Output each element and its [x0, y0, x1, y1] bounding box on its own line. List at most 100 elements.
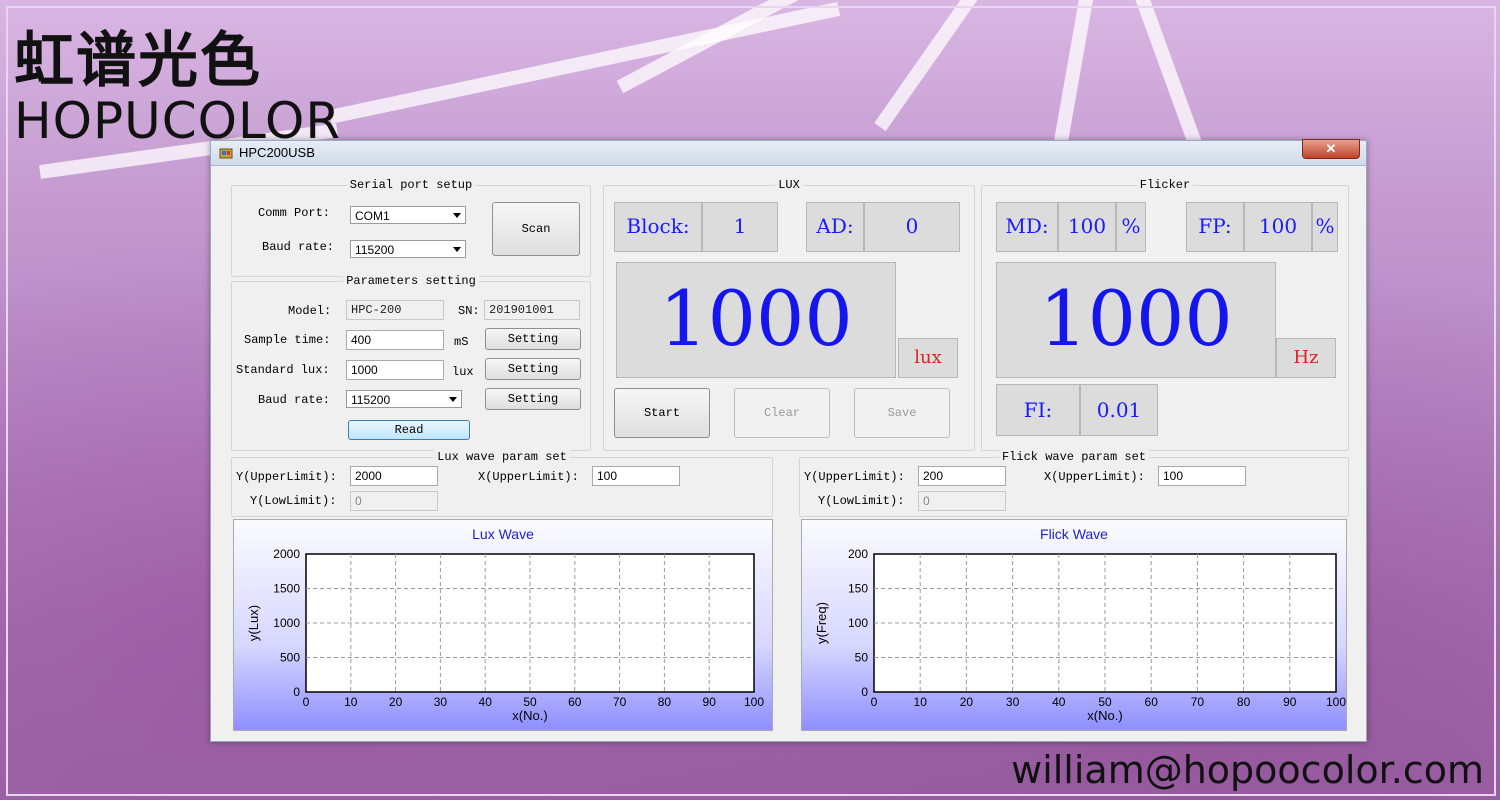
- flick-y-upper-input[interactable]: 200: [918, 466, 1006, 486]
- comm-port-label: Comm Port:: [258, 206, 331, 220]
- flicker-title: Flicker: [1136, 178, 1194, 192]
- flick-x-upper-input[interactable]: 100: [1158, 466, 1246, 486]
- x-tick-label: 0: [871, 695, 878, 709]
- window-content: Serial port setup Comm Port: COM1 Baud r…: [215, 169, 1362, 737]
- block-value: 1: [702, 202, 778, 252]
- sample-time-unit: mS: [454, 335, 469, 349]
- brand-logo-chinese: 虹谱光色: [14, 26, 262, 96]
- ad-label: AD:: [806, 202, 864, 252]
- sample-time-setting-button[interactable]: Setting: [485, 328, 581, 350]
- y-tick-label: 0: [293, 685, 300, 699]
- lux-wave-param-title: Lux wave param set: [434, 450, 570, 464]
- y-tick-label: 1500: [273, 582, 300, 596]
- standard-lux-setting-button[interactable]: Setting: [485, 358, 581, 380]
- window-title: HPC200USB: [239, 145, 315, 160]
- lux-y-upper-input[interactable]: 2000: [350, 466, 438, 486]
- x-tick-label: 40: [479, 695, 493, 709]
- baud-rate-select[interactable]: 115200: [350, 240, 466, 258]
- y-axis-label: y(Lux): [246, 605, 261, 641]
- flick-wave-plot: 0 10 20 30 40 50 60 70 80 90 100 0 50 100 150 200 x(No.)…: [814, 547, 1346, 723]
- lux-y-low-input[interactable]: 0: [350, 491, 438, 511]
- title-bar: HPC200USB ✕: [211, 139, 1366, 166]
- x-tick-label: 50: [523, 695, 537, 709]
- x-tick-label: 70: [1191, 695, 1205, 709]
- x-tick-label: 70: [613, 695, 627, 709]
- lux-reading: 1000: [616, 262, 896, 378]
- y-tick-label: 500: [280, 651, 300, 665]
- flick-y-low-input[interactable]: 0: [918, 491, 1006, 511]
- flicker-unit: Hz: [1276, 338, 1336, 378]
- parameters-group: Parameters setting Model: HPC-200 SN: 20…: [231, 274, 591, 451]
- comm-port-value: COM1: [355, 209, 390, 223]
- sn-label: SN:: [458, 304, 480, 318]
- y-tick-label: 2000: [273, 547, 300, 561]
- md-value: 100: [1058, 202, 1116, 252]
- lux-x-upper-input[interactable]: 100: [592, 466, 680, 486]
- x-tick-label: 80: [1237, 695, 1251, 709]
- lux-wave-plot: 0 10 20 30 40 50 60 70 80 90 1000500100015002000x(…: [246, 547, 764, 723]
- x-tick-label: 100: [1326, 695, 1346, 709]
- sample-time-label: Sample time:: [244, 333, 331, 347]
- flick-y-low-label: Y(LowLimit):: [818, 494, 905, 508]
- x-tick-label: 0: [303, 695, 310, 709]
- y-tick-label: 150: [848, 582, 868, 596]
- flick-wave-param-group: Flick wave param set Y(UpperLimit): 200 …: [799, 450, 1349, 517]
- save-button[interactable]: Save: [854, 388, 950, 438]
- fi-label: FI:: [996, 384, 1080, 436]
- flicker-group: Flicker MD: 100 % FP: 100 % 1000 Hz FI: …: [981, 178, 1349, 451]
- chevron-down-icon: [453, 213, 461, 218]
- param-baud-rate-value: 115200: [351, 393, 391, 407]
- fp-label: FP:: [1186, 202, 1244, 252]
- baud-rate-setting-button[interactable]: Setting: [485, 388, 581, 410]
- x-tick-label: 40: [1052, 695, 1066, 709]
- lux-y-low-label: Y(LowLimit):: [250, 494, 337, 508]
- md-label: MD:: [996, 202, 1058, 252]
- flicker-reading: 1000: [996, 262, 1276, 378]
- baud-rate-label: Baud rate:: [262, 240, 335, 254]
- flick-wave-param-title: Flick wave param set: [998, 450, 1150, 464]
- x-tick-label: 100: [744, 695, 764, 709]
- app-window: HPC200USB ✕ Serial port setup Comm Port:…: [210, 139, 1367, 742]
- close-button[interactable]: ✕: [1302, 139, 1360, 159]
- comm-port-select[interactable]: COM1: [350, 206, 466, 224]
- serial-port-group: Serial port setup Comm Port: COM1 Baud r…: [231, 178, 591, 277]
- y-tick-label: 200: [848, 547, 868, 561]
- x-tick-label: 20: [389, 695, 403, 709]
- x-tick-label: 10: [914, 695, 928, 709]
- app-icon: [219, 148, 233, 159]
- lux-group: LUX Block: 1 AD: 0 1000 lux Start Clear …: [603, 178, 975, 451]
- contact-email: william@hopoocolor.com: [1011, 748, 1484, 792]
- fp-unit: %: [1312, 202, 1338, 252]
- x-tick-label: 30: [434, 695, 448, 709]
- fp-value: 100: [1244, 202, 1312, 252]
- lux-wave-param-group: Lux wave param set Y(UpperLimit): 2000 X…: [231, 450, 773, 517]
- lux-title: LUX: [775, 178, 803, 192]
- y-tick-label: 50: [855, 651, 869, 665]
- x-tick-label: 50: [1098, 695, 1112, 709]
- serial-port-title: Serial port setup: [346, 178, 476, 192]
- baud-rate-value: 115200: [355, 243, 395, 257]
- standard-lux-input[interactable]: 1000: [346, 360, 444, 380]
- y-tick-label: 0: [861, 685, 868, 699]
- sample-time-input[interactable]: 400: [346, 330, 444, 350]
- x-tick-label: 30: [1006, 695, 1020, 709]
- x-tick-label: 20: [960, 695, 974, 709]
- block-label: Block:: [614, 202, 702, 252]
- flick-y-upper-label: Y(UpperLimit):: [804, 470, 905, 484]
- x-axis-label: x(No.): [1087, 708, 1122, 723]
- model-label: Model:: [288, 304, 332, 318]
- x-tick-label: 60: [1145, 695, 1159, 709]
- x-tick-label: 90: [1283, 695, 1297, 709]
- read-button[interactable]: Read: [348, 420, 470, 440]
- start-button[interactable]: Start: [614, 388, 710, 438]
- x-axis-label: x(No.): [512, 708, 547, 723]
- standard-lux-label: Standard lux:: [236, 363, 330, 377]
- chevron-down-icon: [453, 247, 461, 252]
- param-baud-rate-select[interactable]: 115200: [346, 390, 462, 408]
- fi-value: 0.01: [1080, 384, 1158, 436]
- ad-value: 0: [864, 202, 960, 252]
- standard-lux-unit: lux: [452, 365, 474, 379]
- scan-button[interactable]: Scan: [492, 202, 580, 256]
- y-tick-label: 100: [848, 616, 868, 630]
- clear-button[interactable]: Clear: [734, 388, 830, 438]
